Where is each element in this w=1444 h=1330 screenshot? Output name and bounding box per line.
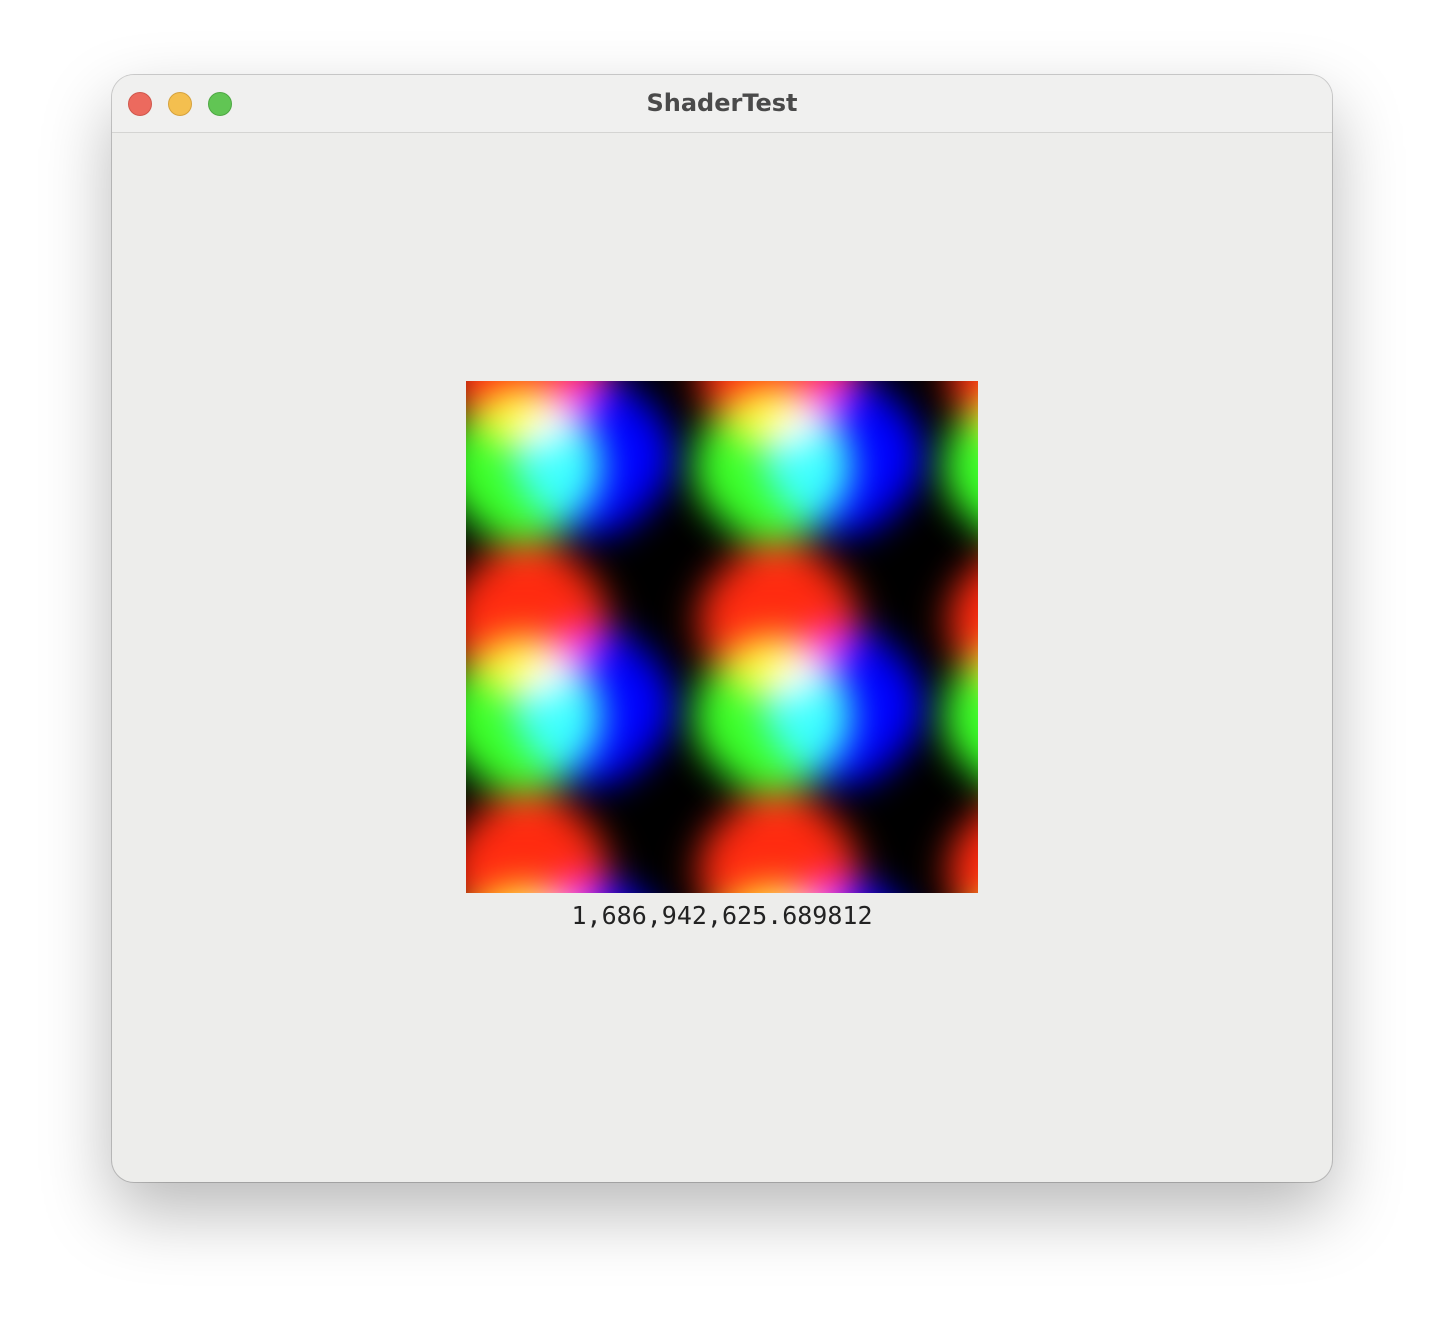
window-title: ShaderTest — [646, 89, 798, 117]
app-window: ShaderTest 1,686,942,625.689812 — [112, 75, 1332, 1182]
shader-canvas — [466, 381, 978, 893]
title-bar[interactable]: ShaderTest — [112, 75, 1332, 133]
shader-lobe — [921, 764, 978, 893]
time-readout: 1,686,942,625.689812 — [571, 901, 873, 930]
